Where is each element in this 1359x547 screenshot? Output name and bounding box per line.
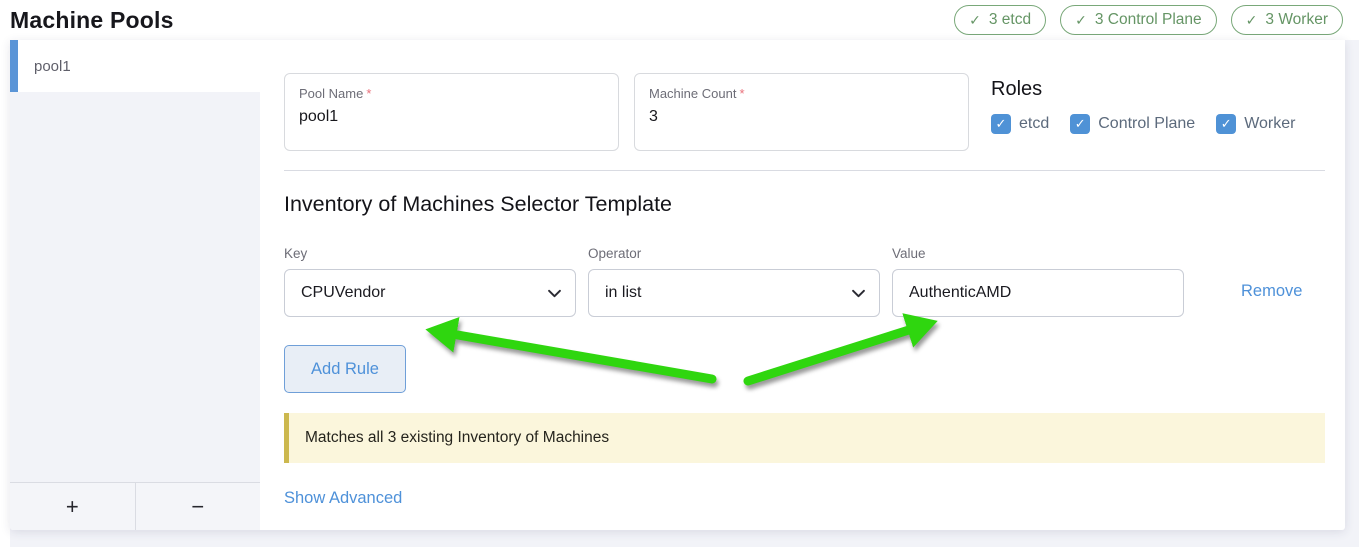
key-column: Key CPUVendor — [284, 246, 576, 317]
key-select-value: CPUVendor — [301, 284, 386, 302]
role-checkbox-etcd[interactable]: ✓ etcd — [991, 114, 1049, 134]
roles-section: Roles ✓ etcd ✓ Control Plane ✓ — [991, 73, 1295, 134]
pool-basics-row: Pool Name* Machine Count* Roles — [284, 73, 1325, 151]
badge-control-plane-count: ✓ 3 Control Plane — [1060, 5, 1217, 35]
pool-tab-pool1[interactable]: pool1 — [10, 40, 260, 92]
key-column-label: Key — [284, 246, 576, 261]
badge-etcd-count: ✓ 3 etcd — [954, 5, 1046, 35]
workspace-background: pool1 + − Pool Name* — [0, 40, 1359, 547]
remove-column: Remove — [1241, 246, 1302, 315]
machine-pools-page: Machine Pools ✓ 3 etcd ✓ 3 Control Plane… — [0, 0, 1359, 547]
operator-select-value: in list — [605, 284, 641, 302]
operator-select[interactable]: in list — [588, 269, 880, 317]
page-header: Machine Pools ✓ 3 etcd ✓ 3 Control Plane… — [0, 0, 1359, 40]
pool-detail-panel: Pool Name* Machine Count* Roles — [260, 40, 1345, 530]
pool-tab-label: pool1 — [34, 58, 71, 75]
chevron-down-icon — [548, 289, 561, 298]
check-icon: ✓ — [1075, 12, 1087, 29]
checkbox-checked-icon: ✓ — [1070, 114, 1090, 134]
show-advanced-link[interactable]: Show Advanced — [284, 489, 402, 508]
checkbox-checked-icon: ✓ — [991, 114, 1011, 134]
role-label: Worker — [1244, 115, 1295, 133]
value-input[interactable] — [892, 269, 1184, 317]
pool-tab-actions: + − — [10, 482, 260, 530]
selector-rule-row: Key CPUVendor Operator in list — [284, 246, 1325, 317]
machine-count-label: Machine Count* — [649, 86, 954, 101]
value-column-label: Value — [892, 246, 1184, 261]
checkbox-checked-icon: ✓ — [1216, 114, 1236, 134]
operator-column-label: Operator — [588, 246, 880, 261]
role-checkbox-control-plane[interactable]: ✓ Control Plane — [1070, 114, 1195, 134]
pool-tabs-sidebar: pool1 + − — [10, 40, 260, 530]
pool-name-label: Pool Name* — [299, 86, 604, 101]
add-rule-button[interactable]: Add Rule — [284, 345, 406, 393]
roles-heading: Roles — [991, 78, 1295, 101]
value-column: Value — [892, 246, 1184, 317]
badge-label: 3 Worker — [1265, 11, 1328, 29]
chevron-down-icon — [852, 289, 865, 298]
remove-rule-link[interactable]: Remove — [1241, 282, 1302, 301]
machine-pools-card: pool1 + − Pool Name* — [10, 40, 1345, 530]
pool-name-field[interactable]: Pool Name* — [284, 73, 619, 151]
badge-label: 3 Control Plane — [1095, 11, 1202, 29]
role-label: Control Plane — [1098, 115, 1195, 133]
badge-worker-count: ✓ 3 Worker — [1231, 5, 1343, 35]
selector-template-heading: Inventory of Machines Selector Template — [284, 192, 1325, 217]
required-asterisk: * — [366, 86, 371, 101]
role-count-badges: ✓ 3 etcd ✓ 3 Control Plane ✓ 3 Worker — [954, 5, 1343, 35]
section-divider — [284, 170, 1325, 171]
match-count-banner: Matches all 3 existing Inventory of Mach… — [284, 413, 1325, 463]
match-count-message: Matches all 3 existing Inventory of Mach… — [305, 429, 609, 447]
required-asterisk: * — [739, 86, 744, 101]
role-checkbox-worker[interactable]: ✓ Worker — [1216, 114, 1295, 134]
add-pool-button[interactable]: + — [10, 483, 136, 530]
badge-label: 3 etcd — [989, 11, 1031, 29]
remove-pool-button[interactable]: − — [136, 483, 261, 530]
page-title: Machine Pools — [10, 7, 174, 34]
pool-name-input[interactable] — [299, 108, 604, 126]
key-select[interactable]: CPUVendor — [284, 269, 576, 317]
machine-count-field[interactable]: Machine Count* — [634, 73, 969, 151]
check-icon: ✓ — [969, 12, 981, 29]
check-icon: ✓ — [1246, 12, 1258, 29]
machine-count-input[interactable] — [649, 108, 954, 126]
operator-column: Operator in list — [588, 246, 880, 317]
roles-checkbox-row: ✓ etcd ✓ Control Plane ✓ Worker — [991, 114, 1295, 134]
role-label: etcd — [1019, 115, 1049, 133]
